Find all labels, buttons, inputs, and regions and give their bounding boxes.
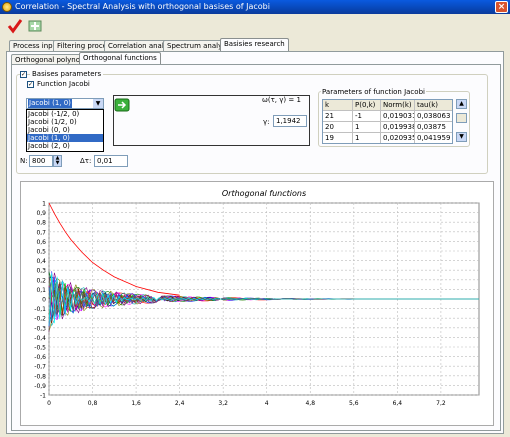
dt-label: Δτ: bbox=[80, 157, 92, 165]
y-tick-label: 0,9 bbox=[36, 210, 46, 217]
table-cell: 0,019938 bbox=[381, 122, 415, 133]
x-tick-label: 5,6 bbox=[349, 400, 359, 407]
scroll-down-icon[interactable]: ▼ bbox=[456, 132, 467, 142]
table-cell: 0,03875 bbox=[415, 122, 452, 133]
y-tick-label: 0,6 bbox=[36, 239, 46, 246]
cancel-icon[interactable] bbox=[26, 17, 44, 35]
x-tick-label: 3,2 bbox=[218, 400, 228, 407]
function-jacobi-checkbox[interactable]: ✓ bbox=[27, 81, 34, 88]
n-spinner[interactable]: ▲ ▼ bbox=[53, 155, 62, 167]
n-input[interactable] bbox=[29, 155, 53, 167]
y-tick-label: 0,4 bbox=[36, 258, 46, 265]
table-cell: 0,038063 bbox=[415, 111, 452, 122]
dt-input[interactable] bbox=[94, 155, 128, 167]
y-tick-label: -0,1 bbox=[34, 306, 46, 313]
y-tick-label: 0,7 bbox=[36, 229, 46, 236]
x-tick-label: 4,8 bbox=[305, 400, 315, 407]
table-cell: 21 bbox=[323, 111, 353, 122]
y-tick-label: 0,8 bbox=[36, 220, 46, 227]
app-logo-icon bbox=[2, 2, 12, 12]
dropdown-option[interactable]: Jacobi (1, 0) bbox=[27, 134, 103, 142]
table-header-cell: P(0,k) bbox=[353, 100, 381, 111]
x-tick-label: 6,4 bbox=[393, 400, 403, 407]
dropdown-option[interactable]: Jacobi (1/2, 0) bbox=[27, 118, 103, 126]
table-cell: 0,020935 bbox=[383, 133, 415, 143]
x-tick-label: 4 bbox=[265, 400, 269, 407]
jacobi-type-value: Jacobi (1, 0) bbox=[28, 99, 72, 108]
jacobi-params-table[interactable]: k P(0,k) Norm(k) tau(k) 21 -1 0,019031 0,038063… bbox=[322, 99, 453, 144]
y-tick-label: -1 bbox=[40, 393, 46, 400]
x-tick-label: 7,2 bbox=[436, 400, 446, 407]
table-header-cell: Norm(k) bbox=[381, 100, 415, 111]
n-label: N: bbox=[20, 157, 28, 165]
y-tick-label: 0,3 bbox=[36, 268, 46, 275]
scroll-up-icon[interactable]: ▲ bbox=[456, 99, 467, 109]
chart-svg: Orthogonal functions 1 0,9 0,8 0,7 0,6 0,5 0,4 0… bbox=[34, 189, 480, 407]
table-cell: 1 bbox=[353, 122, 381, 133]
dropdown-option[interactable]: Jacobi (0, 0) bbox=[27, 126, 103, 134]
x-tick-label: 0,8 bbox=[88, 400, 98, 407]
gamma-label: γ: bbox=[263, 118, 270, 126]
table-cell: 0,041959 bbox=[415, 133, 452, 143]
title-bar: Correlation - Spectral Analysis with ort… bbox=[0, 0, 510, 14]
y-tick-label: -0,7 bbox=[34, 364, 46, 371]
jacobi-type-dropdown: Jacobi (-1/2, 0) Jacobi (1/2, 0) Jacobi (0… bbox=[26, 109, 104, 152]
scroll-thumb[interactable] bbox=[456, 113, 467, 123]
tab-basisies-research[interactable]: Basisies research bbox=[220, 38, 289, 51]
table-scrollbar[interactable]: ▲ ▼ bbox=[456, 99, 468, 144]
y-tick-label: 1 bbox=[42, 201, 46, 208]
y-tick-label: -0,2 bbox=[34, 316, 46, 323]
table-cell: 19 bbox=[323, 133, 353, 143]
table-cell: -1 bbox=[353, 111, 381, 122]
y-tick-label: 0,5 bbox=[36, 249, 46, 256]
chart-title: Orthogonal functions bbox=[222, 189, 306, 198]
y-tick-label: -0,6 bbox=[34, 354, 46, 361]
y-tick-label: 0 bbox=[42, 297, 46, 304]
function-jacobi-label: Function Jacobi bbox=[37, 80, 90, 88]
omega-formula: ω(τ, γ) = 1 bbox=[262, 96, 301, 104]
x-tick-label: 2,4 bbox=[175, 400, 185, 407]
basises-parameters-label: Basises parameters bbox=[30, 70, 104, 78]
jacobi-type-select[interactable]: Jacobi (1, 0) ▼ bbox=[26, 98, 104, 109]
table-cell: 1 bbox=[353, 133, 381, 143]
y-tick-label: 0,1 bbox=[36, 287, 46, 294]
y-tick-label: -0,3 bbox=[34, 325, 46, 332]
window-title: Correlation - Spectral Analysis with ort… bbox=[15, 2, 270, 11]
y-tick-label: -0,9 bbox=[34, 383, 46, 390]
close-icon[interactable]: × bbox=[495, 1, 508, 13]
y-tick-label: -0,4 bbox=[34, 335, 46, 342]
table-cell: 0,019031 bbox=[381, 111, 415, 122]
basises-parameters-checkbox[interactable]: ✓ bbox=[20, 71, 27, 78]
chevron-down-icon[interactable]: ▼ bbox=[93, 99, 103, 108]
table-cell: 20 bbox=[323, 122, 353, 133]
orthogonal-functions-chart: Orthogonal functions 1 0,9 0,8 0,7 0,6 0,5 0,4 0… bbox=[20, 181, 494, 426]
y-tick-label: 0,2 bbox=[36, 277, 46, 284]
table-header-cell: tau(k) bbox=[415, 100, 452, 111]
y-tick-label: -0,5 bbox=[34, 345, 46, 352]
jacobi-params-title: Parameters of function Jacobi bbox=[321, 88, 426, 96]
dropdown-option[interactable]: Jacobi (-1/2, 0) bbox=[27, 110, 103, 118]
gamma-input[interactable] bbox=[273, 115, 307, 127]
y-tick-label: -0,8 bbox=[34, 373, 46, 380]
x-tick-label: 0 bbox=[47, 400, 51, 407]
table-header-cell: k bbox=[323, 100, 353, 111]
checkmark-icon[interactable] bbox=[6, 17, 24, 35]
x-tick-label: 1,6 bbox=[131, 400, 141, 407]
dropdown-option[interactable]: Jacobi (2, 0) bbox=[27, 142, 103, 150]
